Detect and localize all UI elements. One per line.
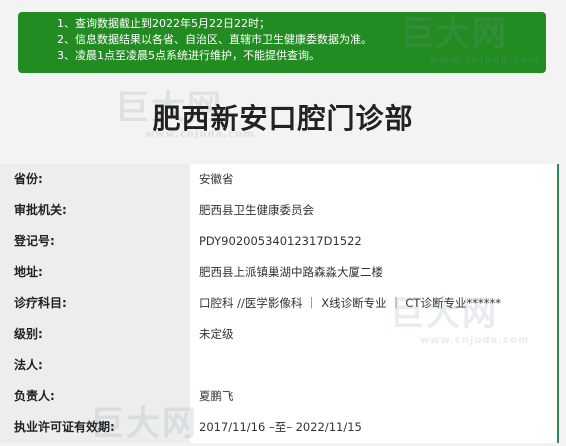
- row-label: 负责人:: [14, 389, 55, 403]
- row-value: 安徽省: [199, 172, 234, 186]
- table-row: 级别: 未定级: [0, 319, 566, 350]
- page-title: 肥西新安口腔门诊部: [152, 102, 414, 135]
- table-row: 法人:: [0, 350, 566, 381]
- notice-line: 3、凌晨1点至凌晨5点系统进行维护，不能提供查询。: [57, 49, 320, 62]
- row-value-cell: [190, 350, 558, 381]
- row-label: 地址:: [14, 265, 43, 279]
- row-value-cell: 口腔科 //医学影像科 ｜ X线诊断专业 ｜ CT诊断专业******: [190, 288, 558, 319]
- row-value: 口腔科 //医学影像科 ｜ X线诊断专业 ｜ CT诊断专业******: [199, 296, 501, 310]
- row-label: 法人:: [14, 358, 43, 372]
- row-label-cell: 诊疗科目:: [0, 288, 190, 319]
- row-value-cell: 安徽省: [190, 164, 558, 195]
- row-edge: [557, 319, 559, 350]
- row-label-cell: 省份:: [0, 164, 190, 195]
- notice-line: 1、查询数据截止到2022年5月22日22时；: [57, 17, 270, 30]
- row-value: 夏鹏飞: [199, 389, 234, 403]
- row-edge: [557, 257, 559, 288]
- table-row: 登记号: PDY90200534012317D1522: [0, 226, 566, 257]
- row-label-cell: 登记号:: [0, 226, 190, 257]
- row-label: 执业许可证有效期:: [14, 420, 115, 434]
- row-edge: [557, 226, 559, 257]
- row-label-cell: 地址:: [0, 257, 190, 288]
- row-edge: [557, 164, 559, 195]
- row-label: 级别:: [14, 327, 43, 341]
- table-row: 审批机关: 肥西县卫生健康委员会: [0, 195, 566, 226]
- row-label-cell: 负责人:: [0, 381, 190, 412]
- row-label: 诊疗科目:: [14, 296, 67, 310]
- row-value-cell: 2017/11/16 –至– 2022/11/15: [190, 412, 558, 443]
- row-value-cell: 肥西县卫生健康委员会: [190, 195, 558, 226]
- table-row: 执业许可证有效期: 2017/11/16 –至– 2022/11/15: [0, 412, 566, 443]
- row-value: 未定级: [199, 327, 234, 341]
- notice-line: 2、信息数据结果以各省、自治区、直辖市卫生健康委数据为准。: [57, 33, 372, 46]
- table-row: 负责人: 夏鹏飞: [0, 381, 566, 412]
- row-value-cell: PDY90200534012317D1522: [190, 226, 558, 257]
- row-value: 肥西县上派镇巢湖中路森淼大厦二楼: [199, 265, 383, 279]
- row-value: 肥西县卫生健康委员会: [199, 203, 314, 217]
- row-label-cell: 级别:: [0, 319, 190, 350]
- table-row: 诊疗科目: 口腔科 //医学影像科 ｜ X线诊断专业 ｜ CT诊断专业*****…: [0, 288, 566, 319]
- row-value: 2017/11/16 –至– 2022/11/15: [199, 420, 362, 434]
- info-table: 省份: 安徽省 审批机关: 肥西县卫生健康委员会 登记号: PDY9020053…: [0, 164, 566, 446]
- row-label: 审批机关:: [14, 203, 67, 217]
- row-edge: [557, 412, 559, 443]
- table-row: 地址: 肥西县上派镇巢湖中路森淼大厦二楼: [0, 257, 566, 288]
- row-label-cell: 执业许可证有效期:: [0, 412, 190, 443]
- table-row: 省份: 安徽省: [0, 164, 566, 195]
- row-edge: [557, 288, 559, 319]
- row-label-cell: 法人:: [0, 350, 190, 381]
- row-value-cell: 未定级: [190, 319, 558, 350]
- row-label: 省份:: [14, 172, 43, 186]
- notice-banner: 1、查询数据截止到2022年5月22日22时； 2、信息数据结果以各省、自治区、…: [18, 12, 546, 73]
- row-edge: [557, 350, 559, 381]
- row-value: PDY90200534012317D1522: [199, 234, 362, 248]
- row-value-cell: 夏鹏飞: [190, 381, 558, 412]
- row-edge: [557, 381, 559, 412]
- row-value-cell: 肥西县上派镇巢湖中路森淼大厦二楼: [190, 257, 558, 288]
- row-label: 登记号:: [14, 234, 55, 248]
- row-label-cell: 审批机关:: [0, 195, 190, 226]
- row-edge: [557, 195, 559, 226]
